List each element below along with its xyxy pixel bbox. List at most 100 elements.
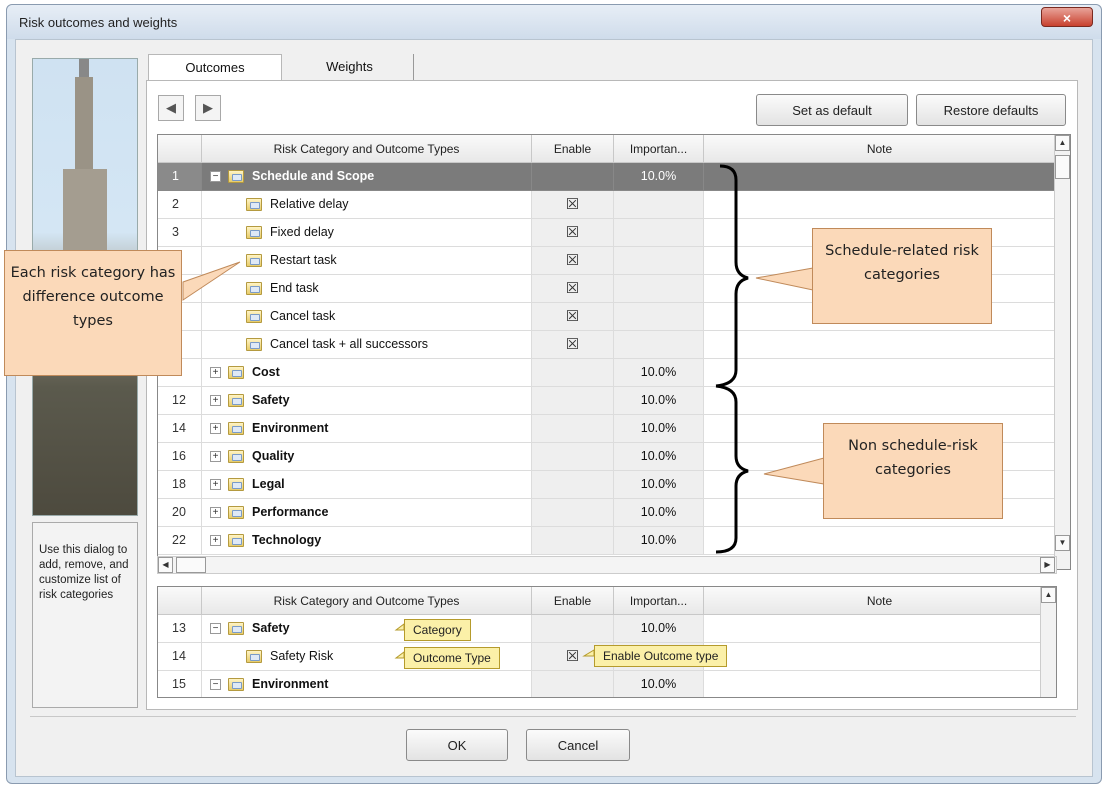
name-cell[interactable]: + Performance (202, 499, 532, 527)
name-cell[interactable]: + Technology (202, 527, 532, 555)
expand-icon[interactable]: + (210, 423, 221, 434)
enable-checkbox[interactable] (532, 671, 614, 697)
column-header-importance[interactable]: Importan... (614, 587, 704, 615)
importance-cell[interactable]: 10.0% (614, 163, 704, 191)
importance-cell[interactable]: 10.0% (614, 499, 704, 527)
collapse-icon[interactable]: − (210, 679, 221, 690)
table-row[interactable]: 22 + Technology 10.0% (158, 527, 1058, 555)
enable-checkbox[interactable] (532, 527, 614, 555)
importance-cell[interactable] (614, 331, 704, 359)
name-cell[interactable]: Relative delay (202, 191, 532, 219)
table-row[interactable]: 13− Safety 10.0% (158, 615, 1056, 643)
column-header-enable[interactable]: Enable (532, 587, 614, 615)
enable-checkbox[interactable]: ☒ (532, 331, 614, 359)
importance-cell[interactable]: 10.0% (614, 415, 704, 443)
scroll-right-icon[interactable]: ▶ (1040, 557, 1055, 573)
expand-icon[interactable]: + (210, 507, 221, 518)
importance-cell[interactable]: 10.0% (614, 671, 704, 697)
column-header-enable[interactable]: Enable (532, 135, 614, 163)
expand-icon[interactable]: + (210, 535, 221, 546)
note-cell[interactable] (704, 671, 1056, 697)
scroll-up-icon[interactable]: ▲ (1041, 587, 1056, 603)
name-cell[interactable]: Fixed delay (202, 219, 532, 247)
enable-checkbox[interactable] (532, 387, 614, 415)
name-cell[interactable]: − Environment (202, 671, 532, 697)
enable-checkbox[interactable]: ☒ (532, 247, 614, 275)
name-cell[interactable]: + Legal (202, 471, 532, 499)
name-cell[interactable]: + Cost (202, 359, 532, 387)
note-cell[interactable] (704, 191, 1058, 219)
table-row[interactable]: 1− Schedule and Scope 10.0% (158, 163, 1058, 191)
collapse-icon[interactable]: − (210, 171, 221, 182)
enable-checkbox[interactable]: ☒ (532, 191, 614, 219)
note-cell[interactable] (704, 331, 1058, 359)
name-cell[interactable]: + Quality (202, 443, 532, 471)
scroll-left-icon[interactable]: ◀ (158, 557, 173, 573)
expand-icon[interactable]: + (210, 479, 221, 490)
expand-icon[interactable]: + (210, 451, 221, 462)
enable-checkbox[interactable]: ☒ (532, 275, 614, 303)
tab-outcomes[interactable]: Outcomes (148, 54, 282, 82)
enable-checkbox[interactable]: ☒ (532, 219, 614, 247)
column-header-name[interactable]: Risk Category and Outcome Types (202, 135, 532, 163)
scroll-up-icon[interactable]: ▲ (1055, 135, 1070, 151)
importance-cell[interactable] (614, 275, 704, 303)
expand-icon[interactable]: + (210, 395, 221, 406)
note-cell[interactable] (704, 615, 1056, 643)
table-row[interactable]: + Cost 10.0% (158, 359, 1058, 387)
expand-icon[interactable]: + (210, 367, 221, 378)
importance-cell[interactable]: 10.0% (614, 387, 704, 415)
note-cell[interactable] (704, 527, 1058, 555)
table-row[interactable]: 2 Relative delay ☒ (158, 191, 1058, 219)
name-cell[interactable]: Cancel task + all successors (202, 331, 532, 359)
column-header-importance[interactable]: Importan... (614, 135, 704, 163)
table-row[interactable]: 12 + Safety 10.0% (158, 387, 1058, 415)
importance-cell[interactable] (614, 219, 704, 247)
name-cell[interactable]: Restart task (202, 247, 532, 275)
set-as-default-button[interactable]: Set as default (756, 94, 908, 126)
note-cell[interactable] (704, 163, 1058, 191)
horizontal-scrollbar[interactable]: ◀ ▶ (157, 556, 1057, 574)
note-cell[interactable] (704, 387, 1058, 415)
enable-checkbox[interactable] (532, 471, 614, 499)
name-cell[interactable]: Cancel task (202, 303, 532, 331)
close-button[interactable]: × (1041, 7, 1093, 27)
enable-checkbox[interactable] (532, 163, 614, 191)
ok-button[interactable]: OK (406, 729, 508, 761)
restore-defaults-button[interactable]: Restore defaults (916, 94, 1066, 126)
importance-cell[interactable] (614, 303, 704, 331)
scroll-thumb[interactable] (1055, 155, 1070, 179)
enable-checkbox[interactable] (532, 443, 614, 471)
note-cell[interactable] (704, 359, 1058, 387)
importance-cell[interactable] (614, 247, 704, 275)
name-cell[interactable]: + Safety (202, 387, 532, 415)
scroll-down-icon[interactable]: ▼ (1055, 535, 1070, 551)
detail-vertical-scrollbar[interactable]: ▲ (1040, 587, 1056, 697)
enable-checkbox[interactable] (532, 615, 614, 643)
note-cell[interactable] (704, 643, 1056, 671)
cancel-button[interactable]: Cancel (526, 729, 630, 761)
name-cell[interactable]: End task (202, 275, 532, 303)
importance-cell[interactable]: 10.0% (614, 359, 704, 387)
importance-cell[interactable] (614, 191, 704, 219)
vertical-scrollbar[interactable]: ▲ ▼ (1054, 135, 1070, 569)
column-header-name[interactable]: Risk Category and Outcome Types (202, 587, 532, 615)
table-row[interactable]: Cancel task + all successors ☒ (158, 331, 1058, 359)
column-header-note[interactable]: Note (704, 135, 1056, 163)
importance-cell[interactable]: 10.0% (614, 615, 704, 643)
column-header-note[interactable]: Note (704, 587, 1056, 615)
enable-checkbox[interactable] (532, 415, 614, 443)
tab-weights[interactable]: Weights (286, 54, 414, 82)
back-arrow-icon[interactable]: ◀ (158, 95, 184, 121)
name-cell[interactable]: − Schedule and Scope (202, 163, 532, 191)
name-cell[interactable]: − Safety (202, 615, 532, 643)
name-cell[interactable]: + Environment (202, 415, 532, 443)
enable-checkbox[interactable] (532, 499, 614, 527)
importance-cell[interactable]: 10.0% (614, 471, 704, 499)
hscroll-thumb[interactable] (176, 557, 206, 573)
importance-cell[interactable]: 10.0% (614, 527, 704, 555)
importance-cell[interactable]: 10.0% (614, 443, 704, 471)
enable-checkbox[interactable] (532, 359, 614, 387)
table-row[interactable]: 15− Environment 10.0% (158, 671, 1056, 697)
collapse-icon[interactable]: − (210, 623, 221, 634)
